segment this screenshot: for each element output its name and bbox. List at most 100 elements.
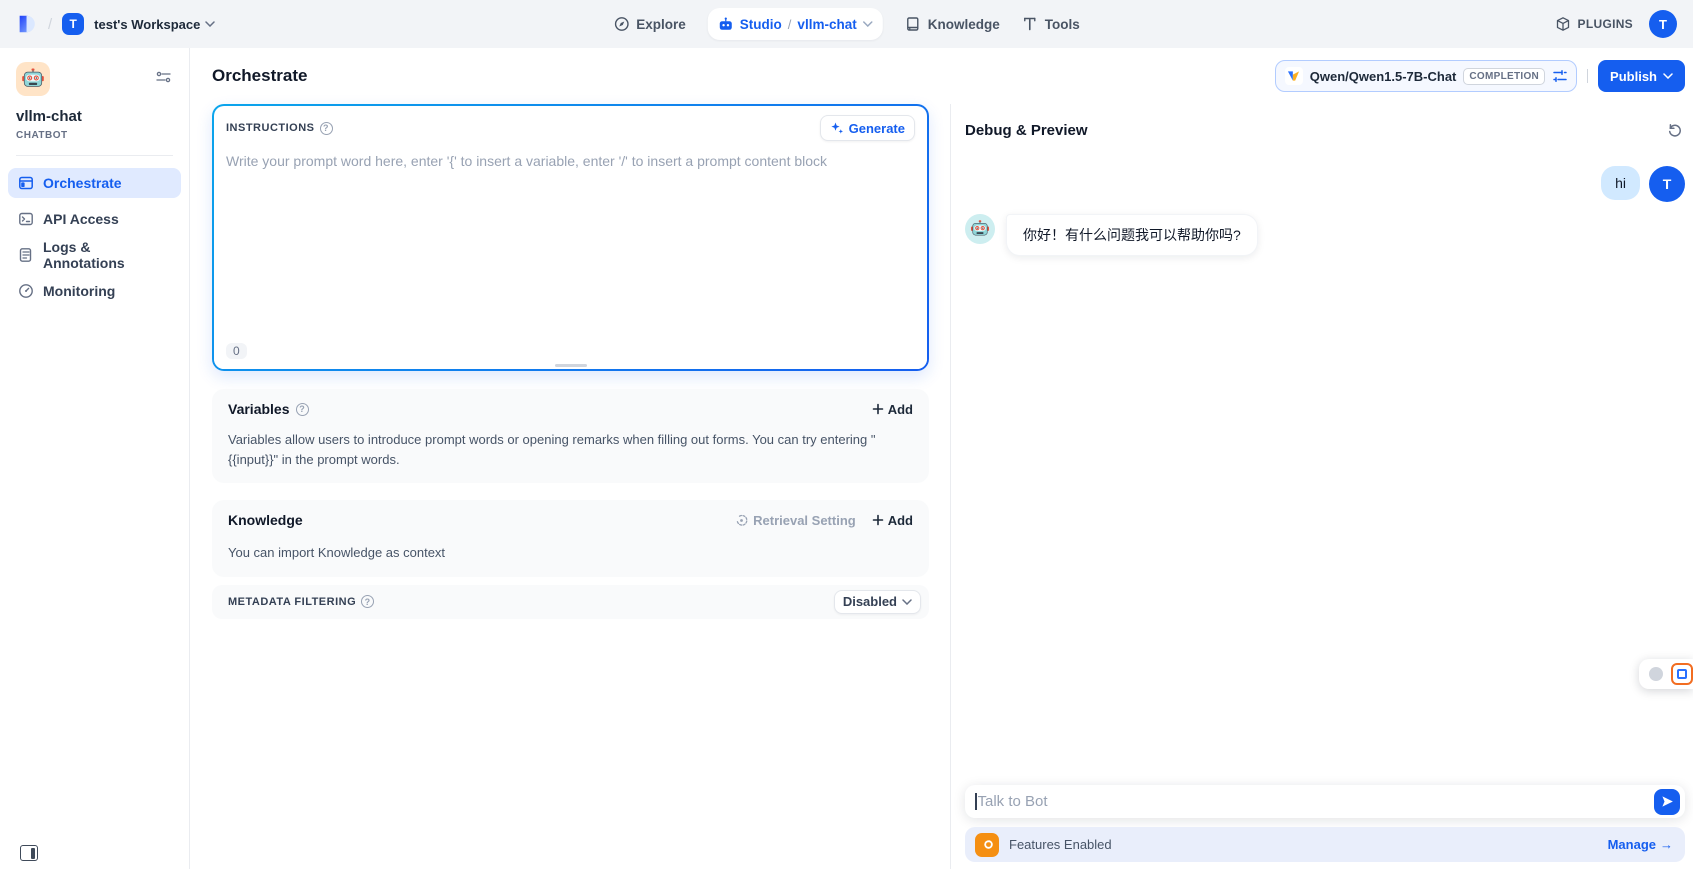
compass-icon bbox=[613, 16, 629, 32]
debug-preview-panel: Debug & Preview hi T bbox=[950, 104, 1693, 869]
sidebar-app-type-badge: CHATBOT bbox=[16, 130, 173, 141]
studio-breadcrumb-separator: / bbox=[788, 17, 792, 32]
publish-label: Publish bbox=[1610, 69, 1657, 84]
sidebar-item-orchestrate[interactable]: Orchestrate bbox=[8, 168, 181, 198]
add-variable-button[interactable]: Add bbox=[872, 402, 913, 417]
instructions-card: INSTRUCTIONS ? Generate 0 bbox=[212, 104, 929, 371]
variables-card: Variables ? Add Variables allow users to… bbox=[212, 389, 929, 483]
robot-emoji-icon bbox=[970, 219, 990, 239]
sidebar-divider bbox=[16, 155, 173, 156]
chat-input-container bbox=[965, 785, 1685, 818]
assistant-message-bubble: 你好！有什么问题我可以帮助你吗? bbox=[1006, 214, 1258, 256]
app-card bbox=[0, 62, 189, 96]
nav-studio-label: Studio bbox=[740, 17, 782, 32]
robot-icon bbox=[718, 16, 734, 32]
features-label: Features Enabled bbox=[1009, 837, 1112, 852]
collapse-sidebar-button[interactable] bbox=[20, 845, 38, 861]
publish-button[interactable]: Publish bbox=[1598, 60, 1685, 92]
workspace-avatar[interactable]: T bbox=[62, 13, 84, 35]
help-icon[interactable]: ? bbox=[296, 403, 309, 416]
resize-handle[interactable] bbox=[555, 364, 587, 367]
sidebar-item-label: Logs & Annotations bbox=[43, 239, 171, 271]
main-area: Orchestrate Qwen/Qwen1.5-7B-Chat COMPLET… bbox=[190, 48, 1693, 869]
plus-icon bbox=[872, 403, 884, 415]
content: INSTRUCTIONS ? Generate 0 bbox=[190, 104, 1693, 869]
sidebar-item-api-access[interactable]: API Access bbox=[8, 204, 181, 234]
sidebar-item-monitoring[interactable]: Monitoring bbox=[8, 276, 181, 306]
restart-conversation-button[interactable] bbox=[1662, 117, 1688, 143]
char-count-badge: 0 bbox=[226, 343, 247, 359]
features-bar: Features Enabled Manage → bbox=[965, 827, 1685, 862]
send-button[interactable] bbox=[1654, 789, 1680, 815]
knowledge-title: Knowledge bbox=[228, 512, 303, 528]
chat-message-assistant: 你好！有什么问题我可以帮助你吗? bbox=[965, 214, 1685, 256]
instructions-title-row: INSTRUCTIONS ? bbox=[226, 122, 333, 135]
generate-button[interactable]: Generate bbox=[820, 115, 915, 141]
add-knowledge-button[interactable]: Add bbox=[872, 513, 913, 528]
instructions-title: INSTRUCTIONS bbox=[226, 122, 315, 134]
metadata-title-row: METADATA FILTERING ? bbox=[228, 595, 374, 608]
nav-left: / T test's Workspace bbox=[16, 13, 215, 35]
send-icon bbox=[1661, 795, 1674, 808]
header-divider bbox=[1587, 69, 1588, 83]
add-knowledge-label: Add bbox=[888, 513, 913, 528]
sidebar-item-logs-annotations[interactable]: Logs & Annotations bbox=[8, 240, 181, 270]
workspace-switcher[interactable]: test's Workspace bbox=[94, 17, 215, 32]
dify-studio-app: / T test's Workspace Explore Studio / vl… bbox=[0, 0, 1693, 869]
nav-tools[interactable]: Tools bbox=[1022, 16, 1080, 32]
sidebar-app-name: vllm-chat bbox=[16, 108, 173, 125]
account-avatar[interactable]: T bbox=[1649, 10, 1677, 38]
hammer-icon bbox=[1022, 16, 1038, 32]
text-caret bbox=[975, 793, 977, 810]
main-header: Orchestrate Qwen/Qwen1.5-7B-Chat COMPLET… bbox=[190, 48, 1693, 104]
terminal-icon bbox=[18, 211, 34, 227]
debug-header: Debug & Preview bbox=[951, 104, 1693, 143]
chevron-down-icon bbox=[902, 599, 912, 605]
workspace-name: test's Workspace bbox=[94, 17, 200, 32]
robot-emoji-icon bbox=[21, 67, 45, 91]
metadata-title: METADATA FILTERING bbox=[228, 596, 356, 608]
chevron-down-icon bbox=[205, 21, 215, 27]
app-settings-icon[interactable] bbox=[156, 70, 171, 88]
metadata-filtering-select[interactable]: Disabled bbox=[834, 590, 921, 614]
bot-avatar bbox=[965, 214, 995, 244]
nav-knowledge[interactable]: Knowledge bbox=[905, 16, 1000, 32]
metadata-filtering-value: Disabled bbox=[843, 594, 897, 609]
manage-label: Manage bbox=[1608, 837, 1656, 852]
instructions-input[interactable] bbox=[214, 145, 927, 369]
plus-icon bbox=[872, 514, 884, 526]
variables-description: Variables allow users to introduce promp… bbox=[228, 430, 888, 469]
user-avatar: T bbox=[1649, 166, 1685, 202]
variables-title: Variables bbox=[228, 401, 290, 417]
dify-logo-icon[interactable] bbox=[16, 13, 38, 35]
generate-label: Generate bbox=[849, 121, 905, 136]
nav-studio[interactable]: Studio / vllm-chat bbox=[708, 8, 883, 40]
user-message-bubble: hi bbox=[1601, 166, 1640, 200]
book-icon bbox=[905, 16, 921, 32]
restart-icon bbox=[1667, 122, 1683, 138]
app-icon[interactable] bbox=[16, 62, 50, 96]
header-controls: Qwen/Qwen1.5-7B-Chat COMPLETION Publish bbox=[1275, 60, 1685, 92]
metadata-filtering-row: METADATA FILTERING ? Disabled bbox=[212, 585, 929, 619]
help-icon[interactable]: ? bbox=[320, 122, 333, 135]
chat-input[interactable] bbox=[978, 793, 1655, 810]
manage-features-link[interactable]: Manage → bbox=[1608, 837, 1673, 852]
chat-message-user: hi T bbox=[965, 166, 1685, 202]
model-mode-badge: COMPLETION bbox=[1463, 68, 1545, 85]
logs-icon bbox=[18, 247, 34, 263]
retrieval-setting-button[interactable]: Retrieval Setting bbox=[735, 513, 856, 528]
nav-explore[interactable]: Explore bbox=[613, 16, 686, 32]
widget-drag-dot[interactable] bbox=[1649, 667, 1663, 681]
model-selector[interactable]: Qwen/Qwen1.5-7B-Chat COMPLETION bbox=[1275, 60, 1577, 92]
model-params-icon bbox=[1552, 69, 1568, 83]
plugins-button[interactable]: PLUGINS bbox=[1555, 16, 1633, 32]
model-name: Qwen/Qwen1.5-7B-Chat bbox=[1310, 69, 1457, 84]
feature-opener-icon bbox=[975, 833, 999, 857]
package-icon bbox=[1555, 16, 1571, 32]
sparkle-icon bbox=[830, 121, 844, 135]
sidebar-item-label: Monitoring bbox=[43, 283, 115, 299]
sidebar-menu: Orchestrate API Access Logs & Annotation… bbox=[0, 168, 189, 306]
widget-app-icon[interactable] bbox=[1671, 663, 1693, 685]
nav-right: PLUGINS T bbox=[1555, 10, 1677, 38]
help-icon[interactable]: ? bbox=[361, 595, 374, 608]
